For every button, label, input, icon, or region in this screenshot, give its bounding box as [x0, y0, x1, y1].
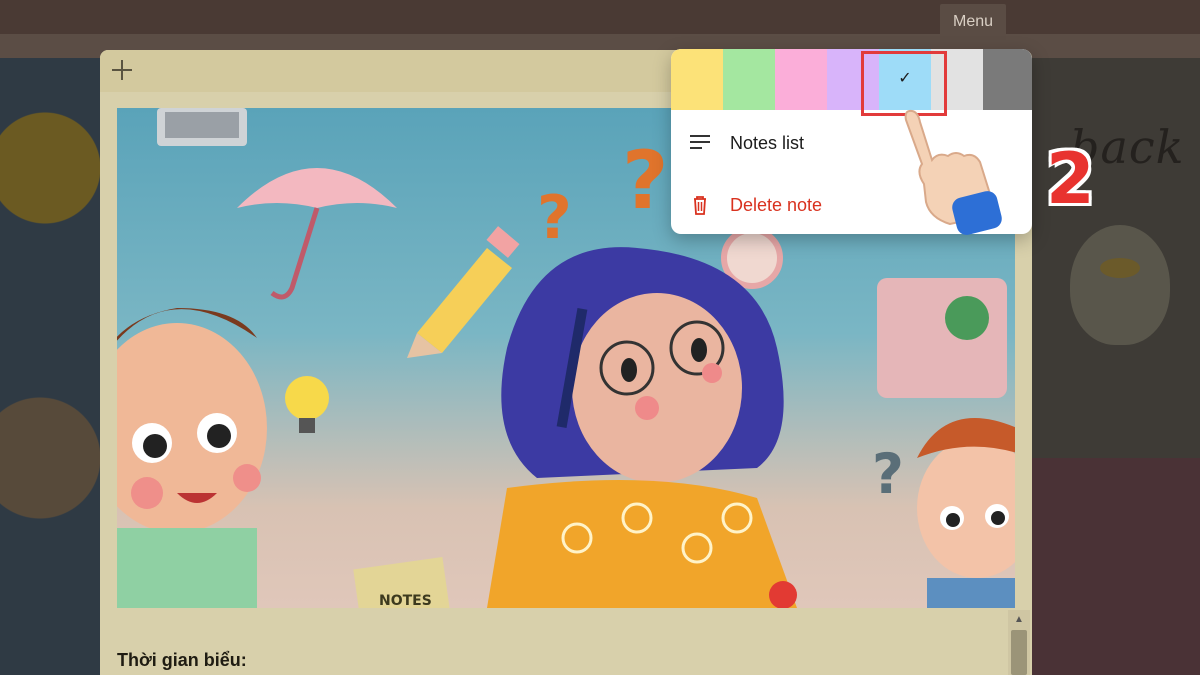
screen-icon: [877, 278, 1007, 398]
color-swatch-charcoal[interactable]: [983, 49, 1032, 110]
notes-book-icon: NOTES: [353, 557, 451, 608]
color-swatch-pink[interactable]: [775, 49, 827, 110]
svg-text:NOTES: NOTES: [379, 593, 432, 608]
question-mark-icon: ?: [622, 134, 668, 227]
selection-highlight-box: [861, 51, 947, 116]
boy-character-right: [917, 418, 1015, 608]
color-swatch-yellow[interactable]: [671, 49, 723, 110]
delete-note-label: Delete note: [730, 194, 823, 215]
girl-character: [487, 247, 797, 608]
laptop-icon: [157, 108, 247, 146]
pencil-icon: [407, 226, 520, 358]
list-icon: [689, 132, 711, 154]
trash-icon: [689, 194, 711, 216]
pointing-hand-icon: [904, 109, 1002, 235]
umbrella-icon: [237, 168, 397, 300]
question-mark-icon: ?: [537, 183, 572, 253]
question-mark-icon: ?: [872, 442, 904, 506]
color-swatch-row: ✓: [671, 49, 1032, 110]
boy-character-left: [117, 308, 267, 608]
background-decoration-left: [0, 58, 100, 675]
background-menu-button[interactable]: Menu: [940, 4, 1006, 40]
scroll-up-arrow-icon[interactable]: ▲: [1008, 610, 1030, 628]
scroll-thumb[interactable]: [1011, 630, 1027, 675]
apple-icon: [769, 581, 797, 608]
vertical-scrollbar[interactable]: ▲: [1008, 610, 1030, 675]
step-number: 2: [1046, 138, 1095, 220]
notes-list-label: Notes list: [730, 132, 805, 153]
plus-icon[interactable]: [110, 58, 134, 82]
lightbulb-icon: [285, 376, 329, 433]
clock-icon: [721, 227, 783, 289]
duck-illustration: [1070, 225, 1170, 345]
note-body-heading[interactable]: Thời gian biểu:: [117, 650, 247, 671]
duck-beak: [1100, 258, 1140, 278]
color-swatch-green[interactable]: [723, 49, 775, 110]
